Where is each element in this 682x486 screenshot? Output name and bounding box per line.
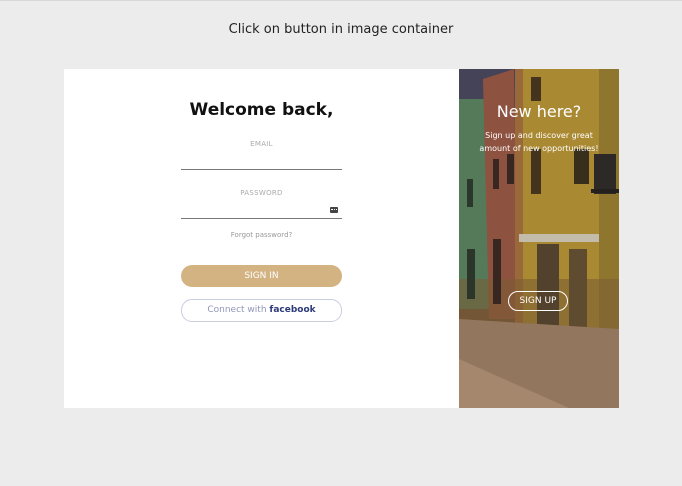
image-container: New here? Sign up and discover great amo… bbox=[459, 69, 619, 408]
login-panel: Welcome back, EMAIL PASSWORD Forgot pass… bbox=[64, 69, 459, 408]
sign-up-button[interactable]: SIGN UP bbox=[508, 291, 568, 311]
forgot-password-link[interactable]: Forgot password? bbox=[64, 231, 459, 239]
password-field: PASSWORD bbox=[181, 189, 342, 219]
password-input[interactable] bbox=[181, 201, 342, 219]
sign-in-button[interactable]: SIGN IN bbox=[181, 265, 342, 287]
email-label: EMAIL bbox=[250, 140, 273, 148]
connect-label: Connect with bbox=[207, 305, 267, 315]
promo-description: Sign up and discover great amount of new… bbox=[479, 131, 599, 153]
email-input[interactable] bbox=[181, 152, 342, 170]
promo-title: New here? bbox=[496, 102, 582, 121]
welcome-title: Welcome back, bbox=[189, 100, 334, 120]
top-border bbox=[0, 0, 682, 1]
password-label: PASSWORD bbox=[240, 189, 283, 197]
facebook-connect-button[interactable]: Connect with facebook bbox=[181, 299, 342, 322]
key-icon[interactable] bbox=[330, 207, 338, 213]
email-field: EMAIL bbox=[181, 140, 342, 170]
instruction-text: Click on button in image container bbox=[228, 22, 454, 37]
facebook-brand: facebook bbox=[269, 305, 316, 315]
